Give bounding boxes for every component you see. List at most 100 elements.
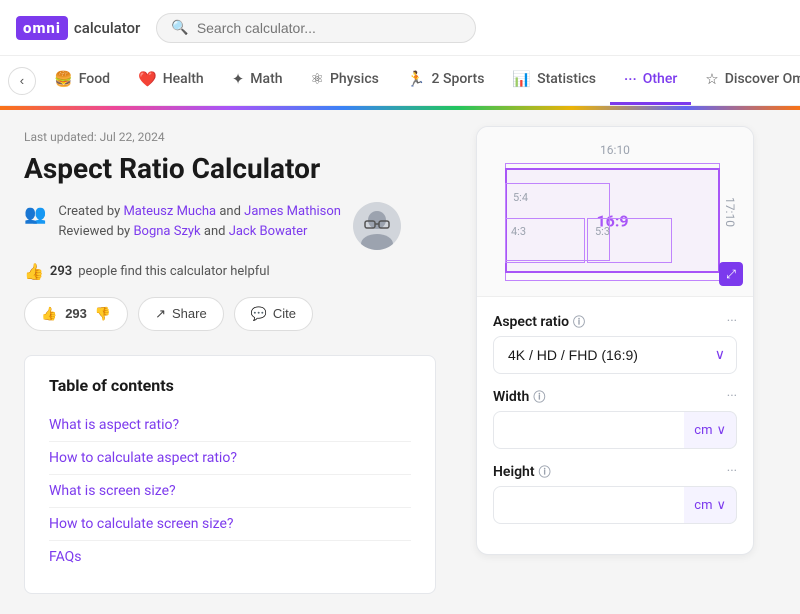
authors-text: Created by Mateusz Mucha and James Mathi…: [58, 202, 341, 244]
height-field: Height ⓘ ··· cm ∨: [493, 463, 737, 524]
toc-link-3[interactable]: What is screen size?: [49, 474, 411, 507]
width-header: Width ⓘ ···: [493, 388, 737, 405]
ratio-visualization: 16:10 16:9 5:4 4:3 5:3: [477, 127, 753, 297]
page-title: Aspect Ratio Calculator: [24, 152, 436, 186]
created-by-label: Created by: [58, 204, 120, 219]
ratio-label-43-text: 4:3: [511, 225, 526, 238]
toc-title: Table of contents: [49, 376, 411, 395]
nav-tabs: ‹ 🍔 Food ❤️ Health ✦ Math ⚛ Physics 🏃 2 …: [0, 56, 800, 106]
sidebar-item-health[interactable]: ❤️ Health: [124, 56, 218, 105]
tab-physics-label: Physics: [330, 71, 379, 87]
author4-link[interactable]: Jack Bowater: [229, 224, 308, 239]
ratio-label-54-text: 5:4: [513, 191, 528, 204]
toc-container: Table of contents What is aspect ratio? …: [24, 355, 436, 594]
author3-link[interactable]: Bogna Szyk: [133, 224, 200, 239]
width-field: Width ⓘ ··· cm ∨: [493, 388, 737, 449]
sidebar-item-discover[interactable]: ☆ Discover Omni: [691, 56, 800, 105]
avatar: [353, 202, 401, 250]
action-buttons: 👍 293 👎 ↗ Share 💬 Cite: [24, 297, 436, 331]
reviewed-by-label: Reviewed by: [58, 224, 130, 239]
logo-omni: omni: [16, 16, 68, 40]
tab-math-label: Math: [250, 71, 282, 87]
height-unit-chevron: ∨: [716, 498, 726, 513]
like-button[interactable]: 👍 293 👎: [24, 297, 128, 331]
width-info-icon[interactable]: ⓘ: [533, 388, 545, 405]
sidebar-item-sports[interactable]: 🏃 2 Sports: [393, 56, 499, 105]
sidebar-item-other[interactable]: ··· Other: [610, 56, 691, 105]
authors-section: 👥 Created by Mateusz Mucha and James Mat…: [24, 202, 436, 250]
width-unit-chevron: ∨: [716, 423, 726, 438]
toc-link-1[interactable]: What is aspect ratio?: [49, 409, 411, 441]
height-unit[interactable]: cm ∨: [684, 486, 737, 524]
author1-link[interactable]: Mateusz Mucha: [123, 204, 216, 219]
share-icon: ↗: [155, 306, 166, 322]
author2-link[interactable]: James Mathison: [244, 204, 341, 219]
ratio-label-right: 17:10: [723, 197, 737, 227]
tab-food-label: Food: [79, 71, 110, 87]
share-label: Share: [172, 306, 207, 321]
aspect-ratio-more-button[interactable]: ···: [727, 314, 737, 329]
toc-link-2[interactable]: How to calculate aspect ratio?: [49, 441, 411, 474]
aspect-ratio-select[interactable]: 4K / HD / FHD (16:9) 4:3 5:4 16:10 21:9 …: [493, 336, 737, 374]
search-input[interactable]: [197, 20, 462, 36]
helpful-text: people find this calculator helpful: [78, 264, 269, 279]
height-info-icon[interactable]: ⓘ: [539, 463, 551, 480]
ratio-boxes: 16:9 5:4 4:3 5:3: [505, 163, 725, 283]
nav-back-button[interactable]: ‹: [8, 67, 36, 95]
ratio-label-53-text: 5:3: [595, 225, 610, 238]
authors-icon: 👥: [24, 204, 46, 225]
aspect-ratio-info-icon[interactable]: ⓘ: [573, 313, 585, 330]
sidebar-item-math[interactable]: ✦ Math: [218, 56, 297, 105]
height-label: Height ⓘ: [493, 463, 551, 480]
width-more-button[interactable]: ···: [727, 389, 737, 404]
tab-sports-label: 2 Sports: [432, 71, 485, 87]
and2: and: [204, 224, 229, 239]
ratio-label-top: 16:10: [493, 143, 737, 157]
tab-statistics-label: Statistics: [537, 71, 596, 87]
expand-button[interactable]: ⤢: [719, 262, 743, 286]
helpful-section: 👍 293 people find this calculator helpfu…: [24, 262, 436, 281]
thumbs-down-icon: 👎: [95, 306, 111, 322]
aspect-ratio-field: Aspect ratio ⓘ ··· 4K / HD / FHD (16:9) …: [493, 313, 737, 374]
thumbs-up-icon: 👍: [41, 306, 57, 322]
tab-health-label: Health: [163, 71, 204, 87]
aspect-ratio-label: Aspect ratio ⓘ: [493, 313, 585, 330]
width-label: Width ⓘ: [493, 388, 545, 405]
sidebar-item-statistics[interactable]: 📊 Statistics: [498, 56, 610, 105]
helpful-count: 293: [50, 264, 72, 279]
health-icon: ❤️: [138, 70, 157, 88]
height-header: Height ⓘ ···: [493, 463, 737, 480]
math-icon: ✦: [232, 70, 245, 88]
header: omni calculator 🔍: [0, 0, 800, 56]
like-count: 293: [65, 306, 87, 321]
aspect-ratio-header: Aspect ratio ⓘ ···: [493, 313, 737, 330]
cite-icon: 💬: [251, 306, 267, 322]
helpful-icon: 👍: [24, 262, 44, 281]
last-updated: Last updated: Jul 22, 2024: [24, 130, 436, 144]
right-panel: 16:10 16:9 5:4 4:3 5:3: [460, 110, 770, 614]
cite-label: Cite: [273, 306, 296, 321]
toc-link-5[interactable]: FAQs: [49, 540, 411, 573]
tab-discover-label: Discover Omni: [725, 71, 800, 87]
height-more-button[interactable]: ···: [727, 464, 737, 479]
search-icon: 🔍: [171, 20, 188, 36]
sidebar-item-physics[interactable]: ⚛ Physics: [297, 56, 393, 105]
aspect-ratio-select-wrapper: 4K / HD / FHD (16:9) 4:3 5:4 16:10 21:9 …: [493, 336, 737, 374]
sports-icon: 🏃: [407, 70, 426, 88]
left-panel: Last updated: Jul 22, 2024 Aspect Ratio …: [0, 110, 460, 614]
discover-icon: ☆: [705, 70, 718, 88]
food-icon: 🍔: [54, 70, 73, 88]
logo-calculator: calculator: [74, 19, 140, 37]
sidebar-item-food[interactable]: 🍔 Food: [40, 56, 124, 105]
toc-link-4[interactable]: How to calculate screen size?: [49, 507, 411, 540]
main-container: Last updated: Jul 22, 2024 Aspect Ratio …: [0, 110, 800, 614]
cite-button[interactable]: 💬 Cite: [234, 297, 313, 331]
statistics-icon: 📊: [512, 70, 531, 88]
width-unit[interactable]: cm ∨: [684, 411, 737, 449]
width-input-wrapper: cm ∨: [493, 411, 737, 449]
share-button[interactable]: ↗ Share: [138, 297, 224, 331]
physics-icon: ⚛: [311, 70, 324, 88]
and1: and: [219, 204, 244, 219]
search-bar[interactable]: 🔍: [156, 13, 476, 43]
height-input-wrapper: cm ∨: [493, 486, 737, 524]
